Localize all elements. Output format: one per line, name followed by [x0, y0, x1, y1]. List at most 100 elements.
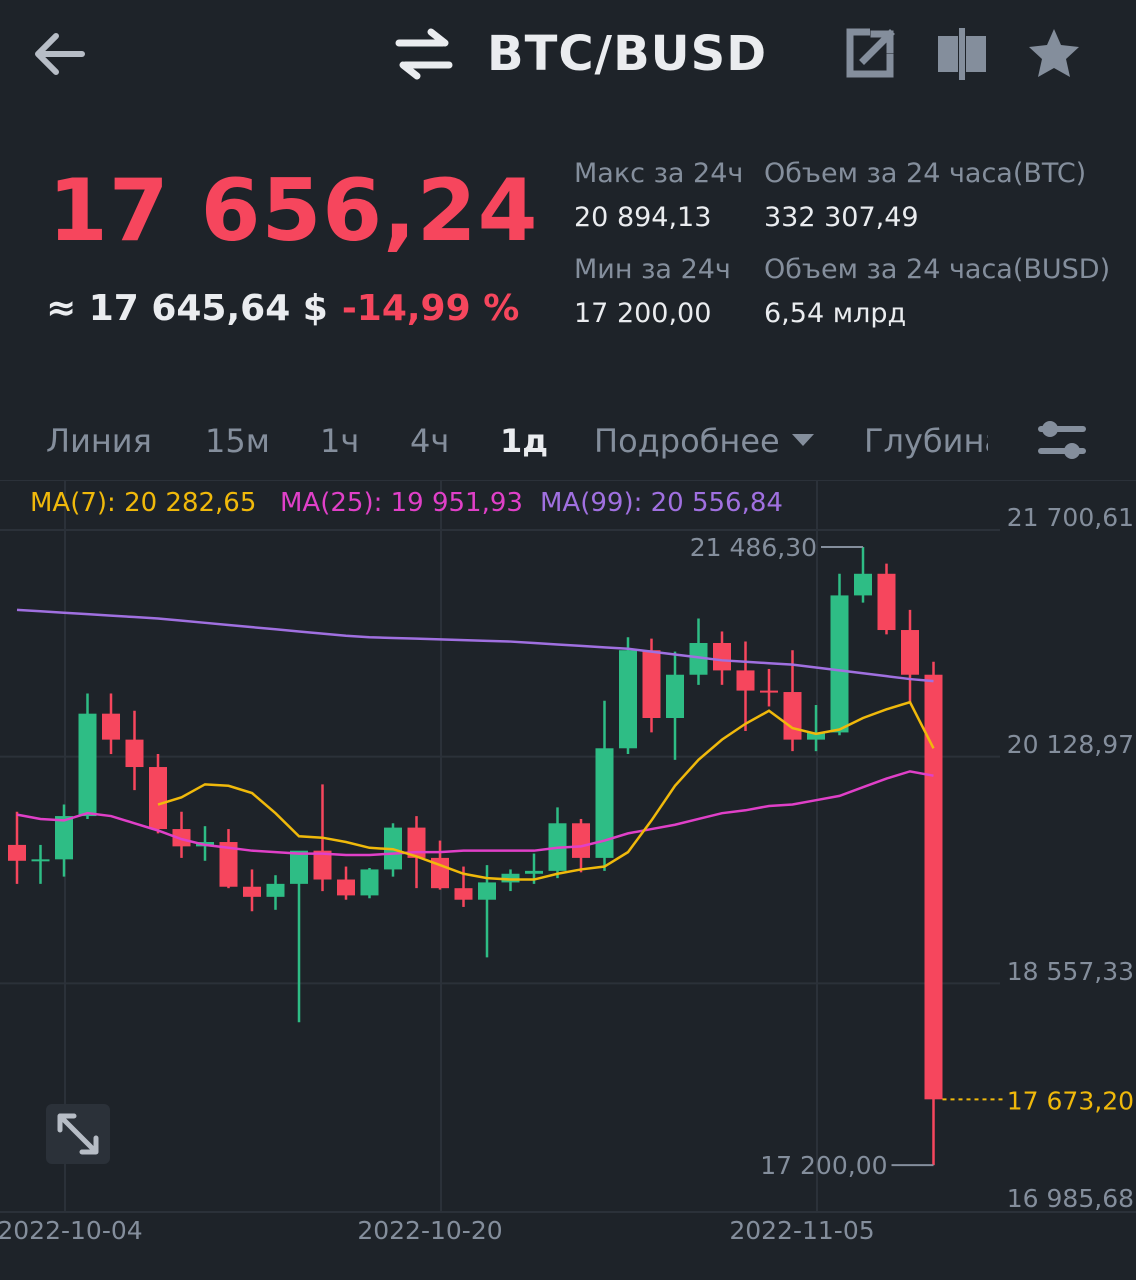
candle	[713, 631, 731, 685]
pair-title: BTC/BUSD	[487, 26, 768, 82]
candle	[78, 693, 97, 819]
tab-1d[interactable]: 1д	[500, 422, 548, 460]
current-price-label: 17 673,20	[1007, 1086, 1134, 1115]
candle	[877, 563, 896, 635]
price-subline: ≈ 17 645,64 $ -14,99 %	[46, 288, 519, 329]
candle	[219, 829, 238, 889]
high-24h-value: 20 894,13	[574, 202, 712, 233]
high-24h-label: Макс за 24ч	[574, 158, 744, 189]
usd-price: ≈ 17 645,64 $	[46, 288, 328, 329]
candle	[619, 637, 637, 755]
candle-body	[125, 739, 144, 768]
candle-body	[102, 713, 120, 740]
y-axis-label: 18 557,33	[1007, 957, 1134, 986]
candle-body	[78, 713, 97, 817]
share-icon[interactable]	[842, 26, 898, 82]
candle	[31, 844, 50, 884]
tab-line[interactable]: Линия	[46, 422, 152, 460]
chart-settings-icon[interactable]	[1036, 418, 1088, 462]
expand-icon	[57, 1113, 99, 1155]
tab-15m[interactable]: 15м	[205, 422, 270, 460]
y-axis-label: 16 985,68	[1007, 1184, 1134, 1213]
candle	[125, 710, 144, 791]
candle-body	[478, 882, 496, 900]
volume-base-label: Объем за 24 часа(BTC)	[764, 158, 1087, 189]
candle	[102, 693, 120, 755]
price-change-percent: -14,99 %	[341, 288, 520, 329]
tab-more-label: Подробнее	[594, 422, 780, 460]
candle	[149, 754, 167, 834]
candle-body	[642, 650, 661, 718]
volume-quote-label: Объем за 24 часа(BUSD)	[764, 254, 1111, 285]
candle-body	[713, 643, 731, 671]
candle-body	[830, 595, 849, 733]
candle-body	[525, 870, 543, 874]
candle	[172, 811, 191, 858]
candle-body	[666, 674, 684, 718]
x-axis-label: 2022-10-04	[0, 1216, 143, 1245]
interval-tabs: Линия 15м 1ч 4ч 1д Подробнее Глубина	[0, 410, 1136, 470]
tab-depth[interactable]: Глубина	[864, 422, 988, 460]
candle-body	[266, 883, 285, 897]
candle-body	[8, 844, 26, 861]
ma99-line	[16, 608, 934, 683]
compare-icon[interactable]	[934, 26, 990, 82]
candle-body	[337, 879, 355, 896]
tab-1h[interactable]: 1ч	[320, 422, 359, 460]
ma7-label: MA(7): 20 282,65	[30, 488, 257, 518]
candle-body	[243, 886, 261, 897]
candle	[807, 705, 825, 752]
candle	[337, 866, 355, 900]
candle-body	[619, 650, 637, 749]
candle-body	[55, 816, 73, 860]
candle	[243, 869, 261, 912]
candle-body	[877, 573, 896, 631]
candle-body	[572, 823, 590, 858]
swap-icon	[395, 28, 453, 80]
candle	[760, 668, 778, 707]
fullscreen-button[interactable]	[46, 1104, 110, 1164]
candle-body	[149, 767, 167, 830]
candle-body	[783, 692, 802, 740]
volume-base-value: 332 307,49	[764, 202, 919, 233]
candle	[8, 811, 26, 884]
candle	[595, 700, 614, 871]
candle	[689, 618, 708, 685]
x-axis-label: 2022-11-05	[729, 1216, 874, 1245]
y-axis-label: 20 128,97	[1007, 730, 1134, 759]
candlestick-chart[interactable]: 21 700,61 20 128,97 18 557,33 16 985,68 2022…	[0, 480, 1136, 1280]
pair-selector[interactable]: BTC/BUSD	[395, 22, 767, 86]
candle	[360, 867, 379, 899]
candle	[736, 641, 755, 731]
low-24h-value: 17 200,00	[574, 298, 712, 329]
y-axis-label: 21 700,61	[1007, 503, 1134, 532]
tab-4h[interactable]: 4ч	[410, 422, 449, 460]
candle-body	[31, 859, 50, 862]
candle	[548, 807, 567, 879]
back-arrow-icon[interactable]	[30, 24, 90, 84]
x-axis-label: 2022-10-20	[357, 1216, 502, 1245]
candle-body	[360, 869, 379, 896]
last-price: 17 656,24	[48, 161, 539, 261]
low-marker-label: 17 200,00	[760, 1151, 887, 1180]
low-24h-label: Мин за 24ч	[574, 254, 731, 285]
top-bar: BTC/BUSD	[0, 0, 1136, 110]
candle	[55, 804, 73, 877]
candle	[854, 546, 872, 603]
tab-more[interactable]: Подробнее	[594, 422, 814, 460]
candle	[666, 651, 684, 760]
candle-body	[901, 630, 919, 675]
candle-body	[454, 888, 473, 900]
candle	[290, 850, 308, 1023]
caret-down-icon	[791, 434, 814, 446]
high-marker-label: 21 486,30	[690, 533, 817, 562]
candle-body	[736, 670, 755, 691]
volume-quote-value: 6,54 млрд	[764, 298, 907, 329]
candle-body	[290, 850, 308, 884]
ma25-label: MA(25): 19 951,93	[280, 488, 523, 518]
ma99-label: MA(99): 20 556,84	[540, 488, 783, 518]
candle-body	[760, 690, 778, 693]
candle	[266, 875, 285, 910]
favorite-star-icon[interactable]	[1026, 26, 1082, 82]
candle	[901, 609, 919, 703]
